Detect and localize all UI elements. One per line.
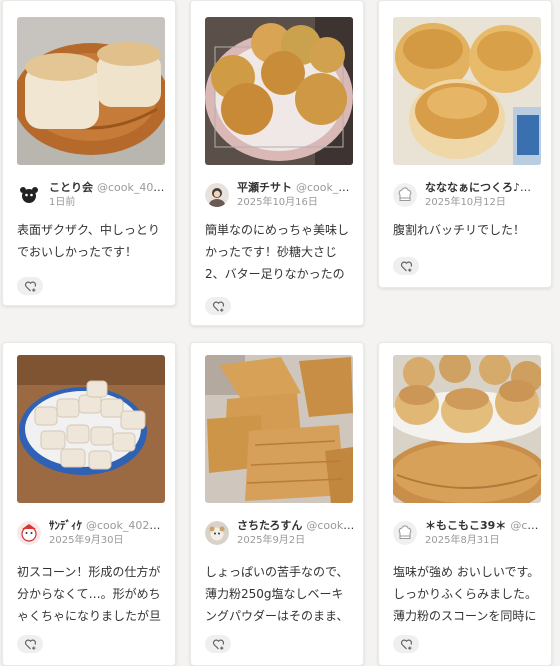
report-comment: 初スコーン！形成の仕方が分からなくて…。形がめちゃくちゃになりましたが旦那が美味… — [17, 565, 162, 623]
heart-plus-icon — [212, 301, 224, 312]
like-button[interactable] — [205, 635, 231, 653]
heart-plus-icon — [24, 281, 36, 292]
post-date: 2025年10月16日 — [237, 197, 318, 208]
author-name[interactable]: 平瀬チサト — [237, 181, 292, 194]
author-handle: @cook_4022… — [86, 519, 167, 532]
post-date: 1日前 — [49, 197, 76, 208]
person-photo-avatar-icon[interactable] — [205, 183, 229, 207]
like-button[interactable] — [393, 635, 419, 653]
scone-photo[interactable] — [205, 17, 353, 165]
heart-plus-icon — [24, 639, 36, 650]
scone-photo[interactable] — [17, 355, 165, 503]
report-card[interactable]: ｻﾝﾃﾞｨｹ @cook_4022… 2025年9月30日 初スコーン！形成の仕方… — [2, 342, 176, 666]
scone-photo[interactable] — [17, 17, 165, 165]
author-row[interactable]: ことり会 @cook_4035… 1日前 — [17, 181, 167, 211]
author-row[interactable]: 平瀬チサト @cook_40… 2025年10月16日 — [205, 181, 355, 211]
heart-plus-icon — [212, 639, 224, 650]
report-comment: 塩味が強め おいしいです。しっかりふくらみました。薄力粉のスコーンを同時に作って… — [393, 565, 540, 623]
tsukurepo-grid: ことり会 @cook_4035… 1日前 表面ザクザク、中しっとりでおいしかったで… — [0, 0, 560, 666]
report-comment: 腹割れバッチリでした！ — [393, 223, 526, 237]
report-comment: 表面ザクザク、中しっとりでおいしかったです！ — [17, 223, 160, 259]
author-handle: @coo… — [510, 519, 543, 532]
heart-plus-icon — [400, 261, 412, 272]
author-name[interactable]: なななぁにつくろ♪ — [425, 181, 531, 194]
chef-hat-avatar-icon[interactable] — [393, 183, 417, 207]
author-name[interactable]: ことり会 — [49, 181, 93, 194]
author-name[interactable]: ＊もこもこ39＊ — [425, 519, 506, 532]
pet-photo-avatar-icon[interactable] — [205, 521, 229, 545]
character-avatar-icon[interactable] — [17, 521, 41, 545]
scone-photo[interactable] — [205, 355, 353, 503]
author-row[interactable]: さちたろすん @cook_4… 2025年9月2日 — [205, 519, 355, 549]
report-card[interactable]: ＊もこもこ39＊ @coo… 2025年8月31日 塩味が強め おいしいです。しっ… — [378, 342, 552, 666]
report-card[interactable]: なななぁにつくろ♪@c… 2025年10月12日 腹割れバッチリでした！ — [378, 0, 552, 288]
report-comment: 簡単なのにめっちゃ美味しかったです！砂糖大さじ2、バター足りなかったので10gを… — [205, 223, 350, 281]
author-handle: @cook_4… — [306, 519, 355, 532]
post-date: 2025年9月30日 — [49, 535, 124, 546]
post-date: 2025年10月12日 — [425, 197, 506, 208]
like-button[interactable] — [205, 297, 231, 315]
bear-avatar-icon[interactable] — [17, 183, 41, 207]
like-button[interactable] — [17, 277, 43, 295]
like-button[interactable] — [17, 635, 43, 653]
author-handle: @cook_40… — [296, 181, 355, 194]
chef-hat-avatar-icon[interactable] — [393, 521, 417, 545]
author-name[interactable]: ｻﾝﾃﾞｨｹ — [49, 519, 82, 532]
report-card[interactable]: ことり会 @cook_4035… 1日前 表面ザクザク、中しっとりでおいしかったで… — [2, 0, 176, 306]
post-date: 2025年8月31日 — [425, 535, 500, 546]
report-comment: しょっぱいの苦手なので、薄力粉250g塩なしベーキングパウダーはそのまま、有塩バ… — [205, 565, 349, 623]
scone-photo[interactable] — [393, 355, 541, 503]
post-date: 2025年9月2日 — [237, 535, 306, 546]
author-row[interactable]: ｻﾝﾃﾞｨｹ @cook_4022… 2025年9月30日 — [17, 519, 167, 549]
like-button[interactable] — [393, 257, 419, 275]
author-row[interactable]: なななぁにつくろ♪@c… 2025年10月12日 — [393, 181, 543, 211]
author-row[interactable]: ＊もこもこ39＊ @coo… 2025年8月31日 — [393, 519, 543, 549]
heart-plus-icon — [400, 639, 412, 650]
author-name[interactable]: さちたろすん — [237, 519, 302, 532]
scone-photo[interactable] — [393, 17, 541, 165]
author-handle: @cook_4035… — [97, 181, 167, 194]
report-card[interactable]: さちたろすん @cook_4… 2025年9月2日 しょっぱいの苦手なので、薄力粉… — [190, 342, 364, 666]
report-card[interactable]: 平瀬チサト @cook_40… 2025年10月16日 簡単なのにめっちゃ美味しか… — [190, 0, 364, 326]
